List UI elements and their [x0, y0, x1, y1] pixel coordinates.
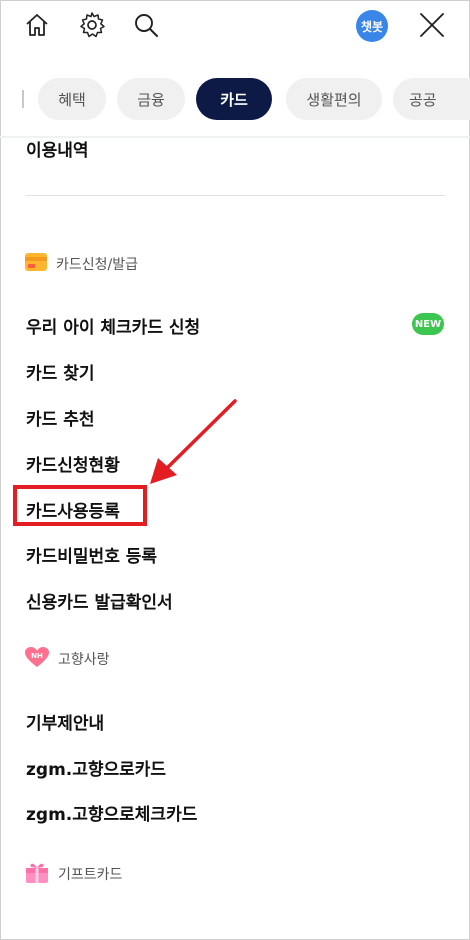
section-hometown: NH 고향사랑 — [24, 646, 110, 672]
section-title: 기프트카드 — [58, 867, 123, 883]
pointer-arrow — [150, 399, 237, 484]
menu-item-find-card[interactable]: 카드 찾기 — [26, 359, 94, 384]
tab-public[interactable]: 공공 — [393, 78, 470, 120]
new-badge: NEW — [412, 313, 444, 335]
nh-icon-text: NH — [31, 652, 43, 660]
menu-item-hometown-check-card[interactable]: zgm.고향으로체크카드 — [26, 800, 197, 825]
menu-item-donation-guide[interactable]: 기부제안내 — [26, 709, 104, 734]
tab-card[interactable]: 카드 — [196, 78, 272, 120]
gear-icon[interactable] — [77, 10, 107, 40]
chatbot-button[interactable]: 챗봇 — [356, 10, 388, 42]
menu-item-kids-check-card[interactable]: 우리 아이 체크카드 신청 — [26, 313, 200, 338]
section-title: 고향사랑 — [58, 652, 110, 668]
section-title: 카드신청/발급 — [56, 257, 138, 273]
gift-icon — [24, 859, 50, 889]
divider — [25, 195, 445, 196]
top-bar: 챗봇 — [0, 0, 470, 52]
tab-benefits[interactable]: 혜택 — [38, 78, 106, 120]
tab-finance[interactable]: 금융 — [117, 78, 185, 120]
menu-item-card-password[interactable]: 카드비밀번호 등록 — [26, 542, 157, 567]
category-tabs: 혜택 금융 카드 생활편의 공공 — [0, 76, 470, 122]
section-card-apply: 카드신청/발급 — [24, 252, 138, 276]
menu-item-usage-history[interactable]: 이용내역 — [26, 136, 89, 161]
menu-item-application-status[interactable]: 카드신청현황 — [26, 451, 120, 476]
nh-heart-icon: NH — [24, 646, 50, 672]
highlight-box — [13, 485, 147, 526]
close-icon[interactable] — [417, 10, 447, 40]
section-gift-card: 기프트카드 — [24, 859, 122, 889]
home-icon[interactable] — [22, 10, 52, 40]
credit-card-icon — [24, 252, 48, 276]
menu-item-recommend-card[interactable]: 카드 추천 — [26, 405, 94, 430]
menu-item-hometown-card[interactable]: zgm.고향으로카드 — [26, 755, 166, 780]
search-icon[interactable] — [131, 10, 161, 40]
tab-scroll-edge — [22, 90, 24, 108]
tab-lifestyle[interactable]: 생활편의 — [286, 78, 382, 120]
menu-item-issuance-certificate[interactable]: 신용카드 발급확인서 — [26, 588, 173, 613]
